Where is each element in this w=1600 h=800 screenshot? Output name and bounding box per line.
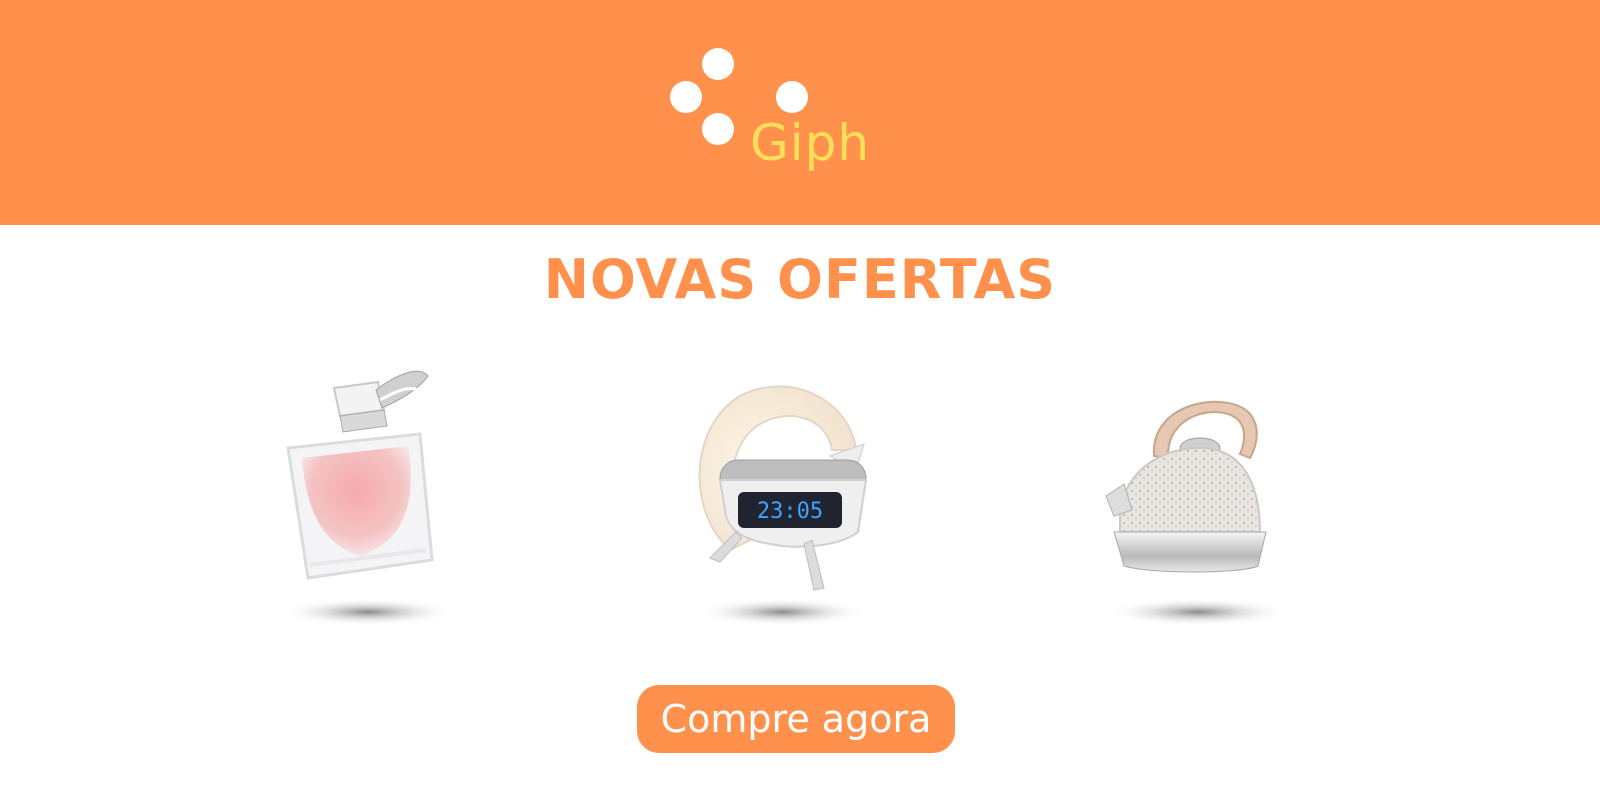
shop-now-button[interactable]: Compre agora [637,685,955,753]
logo-dot [670,81,702,113]
kettle-icon [1105,400,1290,626]
page-title: NOVAS OFERTAS [543,248,1057,311]
logo-dot [776,81,808,113]
logo-dot [702,48,734,80]
product-kettle[interactable] [1090,360,1330,640]
perfume-bottle-icon [280,370,456,626]
lamp-clock-speaker-icon: 23:05 [697,385,868,626]
header-banner: Giph [0,0,1600,225]
brand-name: Giph [750,114,871,172]
product-lamp-clock[interactable]: 23:05 [680,360,920,640]
product-perfume[interactable] [250,360,490,640]
logo-dot [702,113,734,145]
clock-display: 23:05 [757,499,823,524]
